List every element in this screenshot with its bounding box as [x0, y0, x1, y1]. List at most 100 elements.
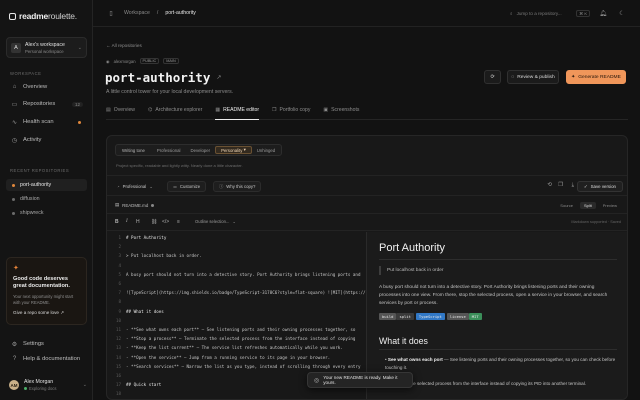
recent-repo-shipwreck[interactable]: shipwreck [6, 207, 87, 219]
tab-label: Overview [113, 107, 135, 113]
workspace-switcher[interactable]: A Alex's workspace Personal workspace ⌄ [6, 37, 87, 58]
file-tab[interactable]: ▤ README.md [115, 202, 155, 208]
badge-value: MIT [468, 313, 482, 320]
sidebar-toggle-icon[interactable]: ▯ [105, 10, 117, 17]
back-link[interactable]: ← All repositories [106, 43, 142, 48]
graph-icon: ⌬ [147, 107, 153, 113]
code-line[interactable]: 1 # Port Authority [107, 235, 366, 244]
editor-toolbar: ◔ Professional ⌄ ⚌ Customize ⓘ Why this … [107, 177, 627, 196]
preview-list-bold: See what owns each port [387, 357, 443, 362]
code-text: ## Quick start [126, 382, 162, 388]
logo[interactable]: readmeroulette. [9, 11, 77, 21]
code-line[interactable]: 10 [107, 318, 366, 327]
code-line[interactable]: 2 [107, 244, 366, 253]
customize-button[interactable]: ⚌ Customize [167, 181, 207, 192]
code-line[interactable]: 8 [107, 299, 366, 308]
copy-icon[interactable]: ❐ [558, 182, 563, 188]
repo-status-dot [12, 183, 15, 187]
preview-badge: license MIT [446, 313, 482, 320]
tab-label: Portfolio copy [279, 107, 311, 113]
repo-owner[interactable]: alexmorgan [114, 59, 136, 64]
view-split[interactable]: Split [579, 202, 596, 209]
save-version-button[interactable]: ✓ Save version [576, 181, 623, 192]
tab-screenshots[interactable]: ▣ Screenshots [323, 107, 359, 120]
tab-label: Screenshots [331, 107, 360, 113]
heading-icon[interactable]: H [136, 219, 140, 225]
code-line[interactable]: 14 - **Open the service** — Jump from a r… [107, 355, 366, 364]
link-icon[interactable]: ⛓ [151, 219, 157, 225]
avatar: AM [9, 380, 19, 390]
line-number: 12 [115, 336, 121, 342]
topbar: ▯ Workspace / port-authority ⌕ Jump to a… [93, 0, 640, 27]
code-line[interactable]: 5 A busy port should not turn into a dete… [107, 272, 366, 281]
search-input[interactable]: ⌕ Jump to a repository... ⌘ K [510, 9, 590, 17]
workspace-sub: Personal workspace [25, 48, 64, 54]
sidebar-item-repositories[interactable]: ▭ Repositories 12 [6, 97, 87, 111]
sidebar-item-label: Health scan [23, 119, 54, 125]
bold-icon[interactable]: B [115, 219, 119, 225]
tone-option-unhinged[interactable]: Unhinged [252, 146, 280, 154]
italic-icon[interactable]: I [126, 219, 128, 224]
model-icon: ◔ [117, 184, 120, 189]
line-number: 5 [118, 271, 121, 277]
user-status-text: Exploring docs [29, 386, 57, 391]
sidebar-item-settings[interactable]: ⚙ Settings [6, 337, 87, 351]
review-publish-button[interactable]: ◌ Review & publish [507, 70, 559, 84]
sidebar-item-help[interactable]: ? Help & documentation [6, 352, 87, 366]
recent-repo-label: diffusion [20, 196, 40, 202]
view-source[interactable]: Source [556, 202, 577, 209]
sidebar-item-activity[interactable]: ◷ Activity [6, 133, 87, 147]
recent-section-label: Recent repositories [10, 168, 70, 173]
user-status: Exploring docs [24, 386, 56, 391]
theme-toggle-icon[interactable]: ☾ [616, 10, 628, 17]
code-icon[interactable]: </> [162, 219, 169, 225]
code-line[interactable]: 11 - **See what owns each port** — See li… [107, 327, 366, 336]
page-title: port-authority ↗ [105, 70, 221, 85]
code-line[interactable]: 12 - **Stop a process** — Terminate the s… [107, 336, 366, 345]
code-line[interactable]: 13 - **Keep the list current** — The serv… [107, 345, 366, 354]
code-line[interactable]: 6 [107, 281, 366, 290]
workspace-avatar: A [11, 42, 21, 53]
logo-bold: readme [19, 11, 49, 21]
download-icon[interactable]: ⤓ [572, 182, 574, 189]
tab-architecture-explorer[interactable]: ⌬ Architecture explorer [148, 107, 202, 120]
breadcrumb-root[interactable]: Workspace [124, 10, 150, 16]
help-icon: ? [12, 356, 17, 362]
history-icon[interactable]: ⟲ [547, 182, 552, 188]
external-link-icon[interactable]: ↗ [216, 74, 221, 81]
line-number: 15 [115, 363, 121, 369]
tab-overview[interactable]: ▤ Overview [106, 107, 135, 120]
bell-icon[interactable]: 🔔︎ [597, 10, 609, 17]
code-line[interactable]: 4 [107, 263, 366, 272]
user-menu[interactable]: AM Alex Morgan Exploring docs ⌄ [6, 376, 87, 394]
visibility-tag: PUBLIC [139, 58, 160, 64]
sidebar-item-health-scan[interactable]: ∿ Health scan [6, 115, 87, 129]
tone-option-professional[interactable]: Professional [152, 146, 186, 154]
chevron-down-icon: ⌄ [232, 219, 236, 224]
model-dropdown[interactable]: ◔ Professional ⌄ [112, 181, 158, 192]
tab-readme-editor[interactable]: ▦ README editor [215, 107, 260, 120]
chevron-updown-icon: ⌄ [77, 44, 82, 51]
tab-portfolio-copy[interactable]: ❐ Portfolio copy [272, 107, 310, 120]
sidebar-item-overview[interactable]: ⌂ Overview [6, 80, 87, 94]
tone-option-personality[interactable]: Personality ▾ [215, 146, 252, 154]
review-label: Review & publish [517, 74, 555, 80]
code-line[interactable]: 18 [107, 391, 366, 399]
code-line[interactable]: 9 ## What it does [107, 309, 366, 318]
repo-title-text: port-authority [105, 70, 211, 85]
recent-repo-diffusion[interactable]: diffusion [6, 193, 87, 205]
preview-divider [379, 349, 617, 350]
recent-repo-label: port-authority [20, 182, 52, 188]
outline-dropdown[interactable]: Outline selection... ⌄ [195, 219, 236, 224]
unsaved-dot [151, 203, 155, 207]
view-preview[interactable]: Preview [599, 202, 621, 209]
generate-readme-button[interactable]: ✦ Generate README [566, 70, 626, 84]
tone-option-developer[interactable]: Developer [186, 146, 216, 154]
code-line[interactable]: 3 > Put localhost back in order. [107, 253, 366, 262]
code-line[interactable]: 7 ![TypeScript](https://img.shields.io/ba… [107, 290, 366, 299]
recent-repo-port-authority[interactable]: port-authority [6, 179, 87, 191]
list-icon[interactable]: ≡ [177, 219, 180, 225]
refresh-button[interactable]: ⟳ [484, 70, 501, 84]
why-this-copy-button[interactable]: ⓘ Why this copy? [213, 181, 262, 192]
promo-link[interactable]: Give a repo some love ↗ [13, 310, 80, 316]
